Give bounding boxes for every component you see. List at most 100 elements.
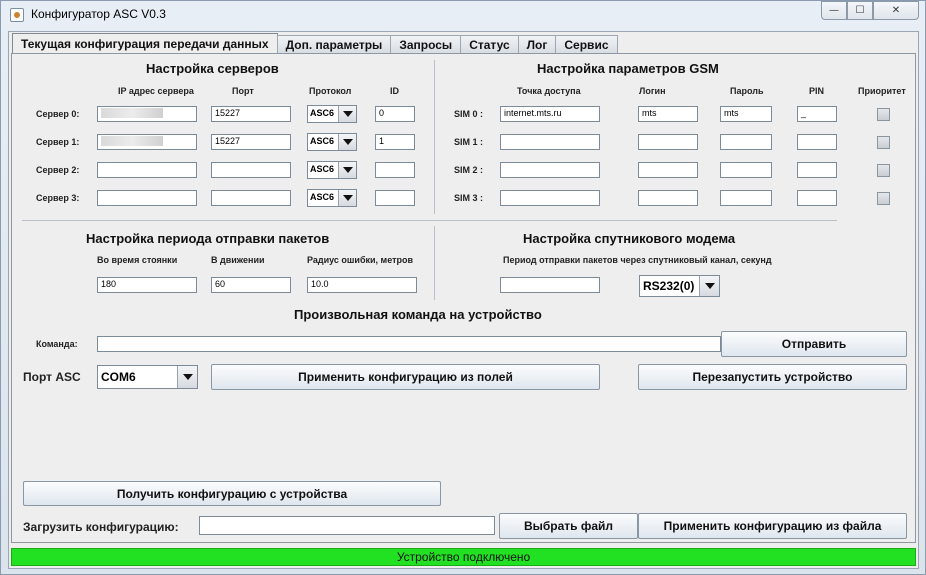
col-parking: Во время стоянки — [97, 255, 178, 265]
sim-1-label: SIM 1 : — [454, 137, 484, 147]
tab-requests[interactable]: Запросы — [390, 35, 462, 54]
chevron-down-icon — [704, 283, 715, 289]
port-label: Порт ASC — [23, 370, 81, 384]
server-0-ip-input[interactable] — [97, 106, 197, 122]
servers-heading: Настройка серверов — [146, 61, 279, 76]
restart-device-button[interactable]: Перезапустить устройство — [638, 364, 907, 390]
col-radius: Радиус ошибки, метров — [307, 255, 414, 265]
command-label: Команда: — [36, 339, 78, 349]
divider — [434, 226, 435, 300]
satellite-period-input[interactable] — [500, 277, 600, 293]
get-config-button[interactable]: Получить конфигурацию с устройства — [23, 481, 441, 506]
chevron-down-icon — [182, 374, 193, 380]
tab-status[interactable]: Статус — [460, 35, 519, 54]
client-area: Текущая конфигурация передачи данных Доп… — [8, 31, 919, 569]
server-1-protocol-select[interactable]: ASC6 — [307, 133, 357, 151]
server-3-ip-input[interactable] — [97, 190, 197, 206]
sim-2-apn-input[interactable] — [500, 162, 600, 178]
sim-3-apn-input[interactable] — [500, 190, 600, 206]
error-radius-input[interactable]: 10.0 — [307, 277, 417, 293]
server-1-ip-input[interactable] — [97, 134, 197, 150]
server-0-protocol-select[interactable]: ASC6 — [307, 105, 357, 123]
server-2-id-input[interactable] — [375, 162, 415, 178]
sim-2-priority-checkbox[interactable] — [877, 164, 890, 177]
sim-2-pin-input[interactable] — [797, 162, 837, 178]
col-login: Логин — [639, 86, 666, 96]
server-0-label: Сервер 0: — [36, 109, 80, 119]
sim-3-pin-input[interactable] — [797, 190, 837, 206]
sim-0-label: SIM 0 : — [454, 109, 484, 119]
server-2-port-input[interactable] — [211, 162, 291, 178]
port-select[interactable]: COM6 — [97, 365, 198, 389]
sim-3-priority-checkbox[interactable] — [877, 192, 890, 205]
moving-period-input[interactable]: 60 — [211, 277, 291, 293]
server-0-port-input[interactable]: 15227 — [211, 106, 291, 122]
server-0-id-input[interactable]: 0 — [375, 106, 415, 122]
close-button[interactable]: ✕ — [873, 1, 919, 20]
tab-extra-params[interactable]: Доп. параметры — [276, 35, 392, 54]
command-input[interactable] — [97, 336, 721, 352]
tab-current-config[interactable]: Текущая конфигурация передачи данных — [12, 33, 278, 54]
load-config-input[interactable] — [199, 516, 495, 535]
tab-service[interactable]: Сервис — [555, 35, 618, 54]
config-panel: Настройка серверов IP адрес сервера Порт… — [11, 53, 916, 543]
server-1-label: Сервер 1: — [36, 137, 80, 147]
satellite-port-select[interactable]: RS232(0) — [639, 275, 720, 297]
chevron-down-icon — [342, 139, 353, 145]
sim-2-password-input[interactable] — [720, 162, 772, 178]
server-3-label: Сервер 3: — [36, 193, 80, 203]
sim-2-login-input[interactable] — [638, 162, 698, 178]
divider — [434, 60, 435, 214]
satellite-heading: Настройка спутникового модема — [523, 231, 736, 246]
sim-0-pin-input[interactable]: _ — [797, 106, 837, 122]
server-3-protocol-select[interactable]: ASC6 — [307, 189, 357, 207]
col-ip: IP адрес сервера — [118, 86, 194, 96]
window-title: Конфигуратор ASC V0.3 — [31, 7, 166, 21]
satellite-period-label: Период отправки пакетов через спутниковы… — [503, 255, 772, 265]
chevron-down-icon — [342, 167, 353, 173]
server-3-port-input[interactable] — [211, 190, 291, 206]
col-port: Порт — [232, 86, 254, 96]
sim-0-login-input[interactable]: mts — [638, 106, 698, 122]
sim-0-password-input[interactable]: mts — [720, 106, 772, 122]
maximize-button[interactable]: ☐ — [847, 1, 873, 20]
parking-period-input[interactable]: 180 — [97, 277, 197, 293]
col-password: Пароль — [730, 86, 764, 96]
col-apn: Точка доступа — [517, 86, 581, 96]
title-bar: Конфигуратор ASC V0.3 — ☐ ✕ — [1, 1, 925, 29]
col-id: ID — [390, 86, 399, 96]
gsm-heading: Настройка параметров GSM — [537, 61, 719, 76]
send-button[interactable]: Отправить — [721, 331, 907, 357]
sim-3-login-input[interactable] — [638, 190, 698, 206]
tab-log[interactable]: Лог — [517, 35, 557, 54]
chevron-down-icon — [342, 195, 353, 201]
server-3-id-input[interactable] — [375, 190, 415, 206]
col-protocol: Протокол — [309, 86, 352, 96]
divider — [22, 220, 837, 221]
app-window: Конфигуратор ASC V0.3 — ☐ ✕ Текущая конф… — [0, 0, 926, 575]
sim-1-login-input[interactable] — [638, 134, 698, 150]
server-1-id-input[interactable]: 1 — [375, 134, 415, 150]
sim-0-apn-input[interactable]: internet.mts.ru — [500, 106, 600, 122]
server-2-protocol-select[interactable]: ASC6 — [307, 161, 357, 179]
server-2-label: Сервер 2: — [36, 165, 80, 175]
server-2-ip-input[interactable] — [97, 162, 197, 178]
sim-0-priority-checkbox[interactable] — [877, 108, 890, 121]
col-moving: В движении — [211, 255, 265, 265]
sim-1-password-input[interactable] — [720, 134, 772, 150]
status-bar: Устройство подключено — [11, 548, 916, 566]
sim-1-pin-input[interactable] — [797, 134, 837, 150]
sim-3-label: SIM 3 : — [454, 193, 484, 203]
tab-bar: Текущая конфигурация передачи данных Доп… — [12, 33, 618, 54]
command-heading: Произвольная команда на устройство — [294, 307, 542, 322]
apply-file-button[interactable]: Применить конфигурацию из файла — [638, 513, 907, 539]
sim-1-apn-input[interactable] — [500, 134, 600, 150]
sim-3-password-input[interactable] — [720, 190, 772, 206]
apply-fields-button[interactable]: Применить конфигурацию из полей — [211, 364, 600, 390]
sim-2-label: SIM 2 : — [454, 165, 484, 175]
col-pin: PIN — [809, 86, 825, 96]
server-1-port-input[interactable]: 15227 — [211, 134, 291, 150]
sim-1-priority-checkbox[interactable] — [877, 136, 890, 149]
choose-file-button[interactable]: Выбрать файл — [499, 513, 638, 539]
minimize-button[interactable]: — — [821, 1, 847, 20]
